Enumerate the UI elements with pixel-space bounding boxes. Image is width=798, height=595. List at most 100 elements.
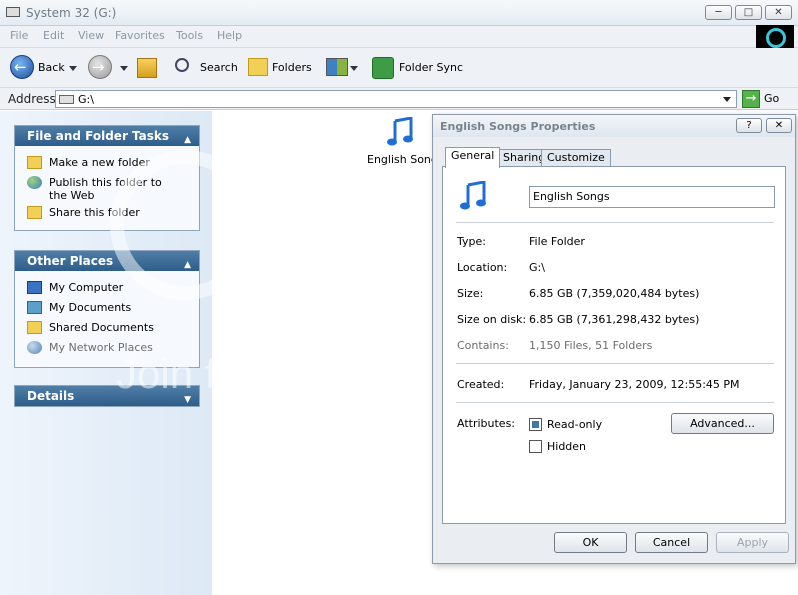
- folder-sync-button[interactable]: Folder Sync: [399, 56, 463, 80]
- place-label: Shared Documents: [49, 321, 154, 334]
- folders-button[interactable]: Folders: [272, 56, 312, 80]
- type-label: Type:: [457, 235, 486, 248]
- window-titlebar: System 32 (G:) ─ □ ✕: [0, 0, 798, 26]
- details-header[interactable]: Details ▼: [15, 386, 199, 406]
- views-dropdown-icon[interactable]: [350, 66, 358, 71]
- drive-icon: [59, 95, 74, 104]
- menu-favorites[interactable]: Favorites: [115, 29, 165, 42]
- menu-help[interactable]: Help: [217, 29, 242, 42]
- location-label: Location:: [457, 261, 508, 274]
- divider: [456, 222, 774, 223]
- place-label: My Computer: [49, 281, 124, 294]
- drive-icon: [6, 7, 20, 17]
- address-input[interactable]: G:\: [55, 90, 737, 108]
- help-button[interactable]: ?: [736, 118, 762, 133]
- menu-tools[interactable]: Tools: [176, 29, 203, 42]
- address-dropdown-icon[interactable]: [720, 92, 734, 106]
- back-arrow-icon[interactable]: ←: [10, 55, 34, 79]
- folders-icon[interactable]: [248, 58, 268, 76]
- collapse-icon[interactable]: ▲: [184, 130, 191, 150]
- publish-web-icon: [27, 176, 42, 189]
- properties-dialog: English Songs Properties ? ✕ General Sha…: [432, 114, 796, 564]
- address-label: Address: [8, 92, 56, 106]
- folder-sync-icon[interactable]: [372, 57, 394, 79]
- windows-logo: [756, 25, 794, 49]
- size-on-disk-value: 6.85 GB (7,361,298,432 bytes): [529, 313, 700, 326]
- place-label: My Network Places: [49, 341, 153, 354]
- forward-dropdown-icon[interactable]: [120, 66, 128, 71]
- menu-bar: File Edit View Favorites Tools Help: [0, 26, 798, 48]
- tab-customize[interactable]: Customize: [541, 149, 611, 167]
- readonly-label[interactable]: Read-only: [547, 418, 602, 431]
- location-value: G:\: [529, 261, 545, 274]
- task-pane: File and Folder Tasks ▲ Make a new folde…: [0, 111, 212, 595]
- views-icon[interactable]: [326, 58, 348, 76]
- created-label: Created:: [457, 378, 505, 391]
- task-publish-folder[interactable]: Publish this folder to the Web: [15, 172, 199, 202]
- go-label: Go: [764, 92, 780, 105]
- other-places-header[interactable]: Other Places ▲: [15, 251, 199, 271]
- minimize-button[interactable]: ─: [705, 5, 732, 20]
- readonly-checkbox[interactable]: [529, 418, 542, 431]
- music-folder-icon[interactable]: [387, 116, 415, 147]
- place-my-computer[interactable]: My Computer: [15, 277, 199, 297]
- expand-icon[interactable]: ▼: [184, 390, 191, 410]
- network-places-icon: [27, 341, 42, 354]
- file-folder-tasks-header[interactable]: File and Folder Tasks ▲: [15, 126, 199, 146]
- type-value: File Folder: [529, 235, 585, 248]
- collapse-icon[interactable]: ▲: [184, 255, 191, 275]
- task-label: Make a new folder: [49, 156, 150, 169]
- back-dropdown-icon[interactable]: [69, 66, 77, 71]
- attributes-label: Attributes:: [457, 417, 516, 430]
- size-on-disk-label: Size on disk:: [457, 313, 527, 326]
- other-places-title: Other Places: [27, 254, 114, 268]
- menu-file[interactable]: File: [10, 29, 28, 42]
- menu-view[interactable]: View: [78, 29, 104, 42]
- hidden-label[interactable]: Hidden: [547, 440, 586, 453]
- created-value: Friday, January 23, 2009, 12:55:45 PM: [529, 378, 740, 391]
- folder-name-input[interactable]: English Songs: [529, 186, 775, 208]
- task-make-new-folder[interactable]: Make a new folder: [15, 152, 199, 172]
- toolbar: ← Back → Search Folders Folder Sync: [0, 48, 798, 88]
- details-title: Details: [27, 389, 75, 403]
- divider: [456, 363, 774, 364]
- shared-documents-icon: [27, 321, 42, 334]
- close-button[interactable]: ✕: [765, 5, 792, 20]
- dialog-title: English Songs Properties: [440, 120, 596, 133]
- place-my-documents[interactable]: My Documents: [15, 297, 199, 317]
- tab-general[interactable]: General: [445, 147, 501, 168]
- menu-edit[interactable]: Edit: [43, 29, 64, 42]
- task-label: Share this folder: [49, 206, 140, 219]
- maximize-button[interactable]: □: [735, 5, 762, 20]
- search-button[interactable]: Search: [200, 56, 238, 80]
- task-label: Publish this folder to the Web: [49, 176, 162, 202]
- contains-value: 1,150 Files, 51 Folders: [529, 339, 653, 352]
- go-arrow-icon: →: [742, 90, 760, 108]
- music-folder-icon: [460, 180, 488, 211]
- go-button[interactable]: → Go: [742, 90, 779, 108]
- search-icon[interactable]: [175, 58, 189, 72]
- other-places-panel: Other Places ▲ My Computer My Documents …: [14, 250, 200, 368]
- back-button[interactable]: Back: [38, 56, 65, 80]
- address-value: G:\: [78, 93, 94, 106]
- my-computer-icon: [27, 281, 42, 294]
- advanced-button[interactable]: Advanced...: [671, 413, 774, 434]
- hidden-checkbox[interactable]: [529, 440, 542, 453]
- dialog-close-button[interactable]: ✕: [766, 118, 792, 133]
- size-value: 6.85 GB (7,359,020,484 bytes): [529, 287, 700, 300]
- apply-button[interactable]: Apply: [716, 532, 789, 553]
- contains-label: Contains:: [457, 339, 509, 352]
- place-label: My Documents: [49, 301, 132, 314]
- cancel-button[interactable]: Cancel: [635, 532, 708, 553]
- file-folder-tasks-panel: File and Folder Tasks ▲ Make a new folde…: [14, 125, 200, 231]
- ok-button[interactable]: OK: [554, 532, 627, 553]
- place-my-network-places[interactable]: My Network Places: [15, 337, 199, 357]
- place-shared-documents[interactable]: Shared Documents: [15, 317, 199, 337]
- general-tab-panel: English Songs Type: File Folder Location…: [442, 166, 786, 524]
- task-share-folder[interactable]: Share this folder: [15, 202, 199, 222]
- share-folder-icon: [27, 206, 42, 219]
- details-panel: Details ▼: [14, 385, 200, 407]
- forward-arrow-icon[interactable]: →: [88, 55, 112, 79]
- dialog-titlebar: English Songs Properties ? ✕: [433, 115, 795, 137]
- up-folder-icon[interactable]: [137, 58, 157, 78]
